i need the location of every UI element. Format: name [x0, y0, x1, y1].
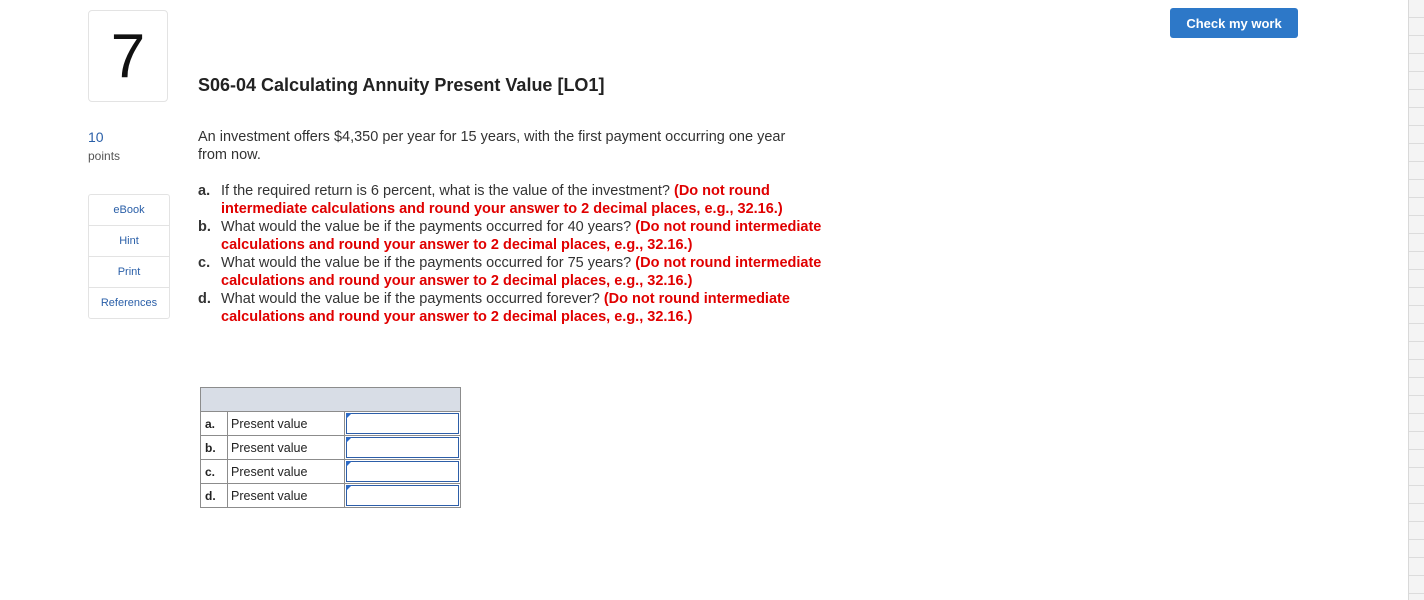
check-my-work-button[interactable]: Check my work [1170, 8, 1298, 38]
row-letter: d. [201, 484, 228, 507]
answer-table: a. Present value b. Present value c. Pre… [200, 387, 461, 508]
question-number-text: 7 [110, 21, 146, 91]
row-label: Present value [228, 412, 345, 435]
question-parts: a. If the required return is 6 percent, … [198, 182, 828, 326]
part-letter: b. [198, 219, 211, 235]
part-b: b. What would the value be if the paymen… [198, 218, 828, 254]
part-letter: d. [198, 291, 211, 307]
row-label: Present value [228, 460, 345, 483]
present-value-input-b[interactable] [346, 437, 459, 458]
question-title: S06-04 Calculating Annuity Present Value… [198, 75, 605, 95]
answer-cell [345, 436, 460, 459]
part-c: c. What would the value be if the paymen… [198, 254, 828, 290]
present-value-input-d[interactable] [346, 485, 459, 506]
question-intro: An investment offers $4,350 per year for… [198, 129, 786, 163]
part-letter: c. [198, 255, 211, 271]
cell-marker-icon [346, 461, 352, 467]
row-label: Present value [228, 436, 345, 459]
ebook-button[interactable]: eBook [89, 195, 169, 226]
part-text: If the required return is 6 percent, wha… [221, 183, 670, 199]
row-letter: b. [201, 436, 228, 459]
cell-marker-icon [346, 485, 352, 491]
cell-marker-icon [346, 413, 352, 419]
part-a: a. If the required return is 6 percent, … [198, 182, 828, 218]
table-row: a. Present value [201, 412, 460, 435]
part-text: What would the value be if the payments … [221, 219, 632, 235]
answer-cell [345, 460, 460, 483]
row-label: Present value [228, 484, 345, 507]
row-letter: a. [201, 412, 228, 435]
table-row: b. Present value [201, 435, 460, 459]
table-row: d. Present value [201, 483, 460, 507]
present-value-input-a[interactable] [346, 413, 459, 434]
side-menu: eBook Hint Print References [88, 194, 170, 319]
points-value: 10 [88, 129, 104, 145]
answer-table-header [201, 388, 460, 412]
table-row: c. Present value [201, 459, 460, 483]
print-button[interactable]: Print [89, 257, 169, 288]
question-number: 7 [88, 10, 168, 102]
part-text: What would the value be if the payments … [221, 255, 632, 271]
cell-marker-icon [346, 437, 352, 443]
part-letter: a. [198, 183, 211, 199]
row-letter: c. [201, 460, 228, 483]
answer-cell [345, 484, 460, 507]
right-scroll-strip[interactable] [1408, 0, 1424, 600]
present-value-input-c[interactable] [346, 461, 459, 482]
references-button[interactable]: References [89, 288, 169, 318]
part-d: d. What would the value be if the paymen… [198, 290, 828, 326]
answer-cell [345, 412, 460, 435]
hint-button[interactable]: Hint [89, 226, 169, 257]
points-label: points [88, 149, 121, 163]
part-text: What would the value be if the payments … [221, 291, 600, 307]
